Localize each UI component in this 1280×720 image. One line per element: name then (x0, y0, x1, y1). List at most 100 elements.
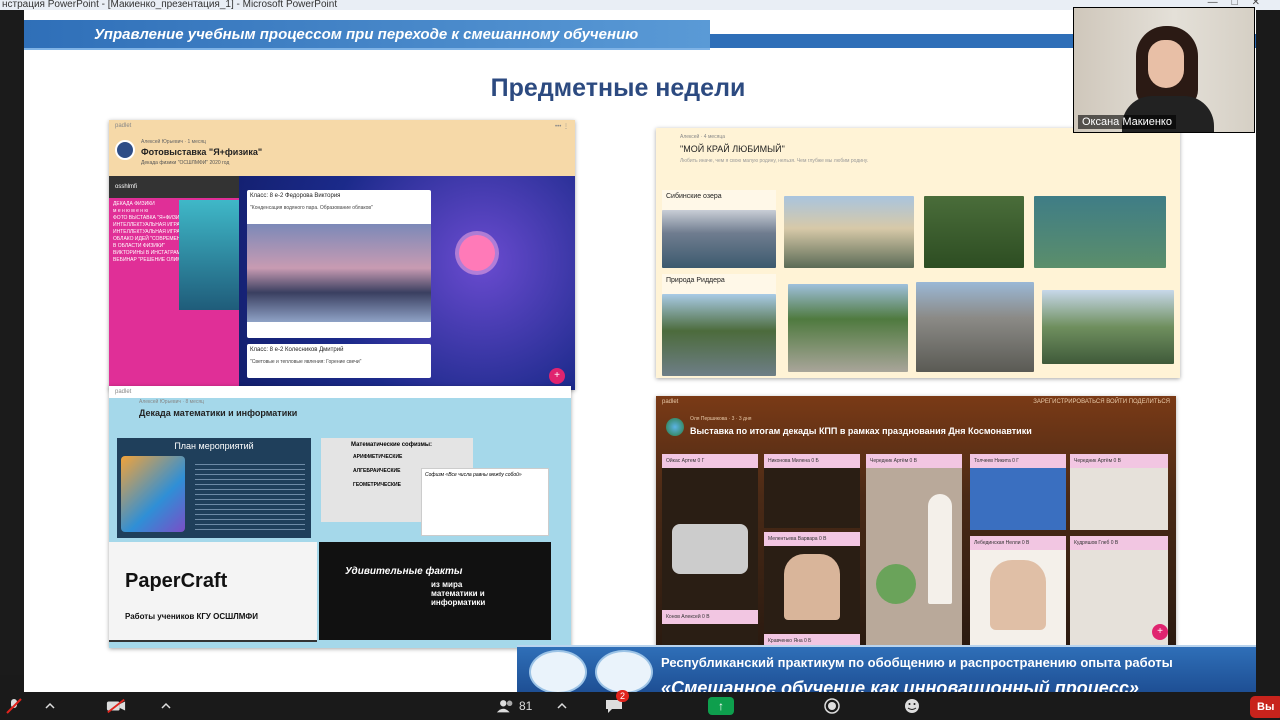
share-screen-button[interactable]: ↑ (708, 696, 734, 716)
padlet-actions[interactable]: ЗАРЕГИСТРИРОВАТЬСЯ ВОЙТИ ПОДЕЛИТЬСЯ (1033, 399, 1170, 405)
mountain-stream-photo[interactable] (788, 284, 908, 372)
physics-padlet: padlet ••• ⋮ Алексей Юрьевич · 1 месяц Ф… (109, 120, 575, 390)
slide-header-text: Управление учебным процессом при переход… (94, 26, 639, 43)
planet-model (876, 564, 916, 604)
presentation-slide: Управление учебным процессом при переход… (24, 10, 1256, 692)
chevron-up-icon (557, 702, 567, 709)
sophisms-title: Математические софизмы: (351, 442, 433, 448)
physics-card-1[interactable]: Класс: 8 е-2 Федорова Виктория "Конденса… (247, 190, 431, 338)
mute-button[interactable] (4, 696, 24, 716)
microphone-muted-icon (6, 698, 22, 714)
slide-header: Управление учебным процессом при переход… (24, 20, 710, 50)
seminar-banner: Республиканский практикум по обобщению и… (517, 645, 1256, 692)
exhibit-tile[interactable]: Чередник Артём 0 В (866, 454, 962, 648)
student-name: Кудряшов Глеб 0 В (1070, 536, 1168, 550)
card-text: "Конденсация водяного пара. Образование … (250, 205, 373, 211)
homeland-title: "МОЙ КРАЙ ЛЮБИМЫЙ" (680, 144, 785, 154)
homeland-padlet: Алексей · 4 месяца "МОЙ КРАЙ ЛЮБИМЫЙ" Лю… (656, 128, 1180, 378)
cosmo-author: Оля Першикова · 3 · 3 дня (690, 416, 752, 422)
lake-photo[interactable] (662, 210, 776, 268)
papercraft-card[interactable]: PaperCraft Работы учеников КГУ ОСШЛМФИ (109, 542, 317, 642)
camera-off-icon (106, 698, 126, 714)
chat-button[interactable]: 2 (604, 690, 630, 716)
record-button[interactable] (822, 696, 842, 716)
padlet-actions[interactable]: ••• ⋮ (555, 123, 569, 130)
water-plant-photo[interactable] (1034, 196, 1166, 268)
exhibit-tile[interactable]: Толчеев Никита 0 Г (970, 454, 1066, 530)
video-options-chevron[interactable] (156, 696, 176, 716)
student-name: Ойкас Артем 0 Г (662, 454, 758, 468)
exhibit-tile[interactable]: Чередник Артём 0 В (1070, 454, 1168, 530)
university-logo (529, 650, 587, 692)
participants-count: 81 (519, 699, 533, 713)
padlet-brand: padlet (115, 123, 132, 129)
physics-subtitle: Декада физики "ОСШЛМФИ" 2020 год (141, 160, 230, 166)
stop-video-button[interactable] (106, 696, 126, 716)
facts-video[interactable]: Удивительные факты из мира математики и … (319, 542, 551, 640)
sophism-popup[interactable]: Софизм «Все числа равны между собой» (421, 468, 549, 536)
add-post-button[interactable]: + (1152, 624, 1168, 640)
homeland-subtitle: Любить иначе, чем я свою малую родину, н… (680, 158, 869, 164)
participants-icon (496, 700, 513, 713)
math-padlet: padlet Алексей Юрьевич · 8 месяц Декада … (109, 386, 571, 648)
share-link[interactable]: ПОДЕЛИТЬСЯ (1129, 399, 1170, 405)
rocky-shore-photo[interactable] (784, 196, 914, 268)
slide-title: Предметные недели (490, 74, 746, 102)
card-text: "Световые и тепловые явления: Горение св… (250, 359, 362, 365)
papercraft-caption: Работы учеников КГУ ОСШЛМФИ (125, 612, 259, 621)
facts-subtitle: из мира математики и информатики (431, 580, 486, 607)
card-title: Класс: 8 е-2 Федорова Виктория (250, 193, 341, 199)
padlet-topbar: padlet (109, 386, 571, 398)
cosmonautics-padlet: padlet ЗАРЕГИСТРИРОВАТЬСЯ ВОЙТИ ПОДЕЛИТЬ… (656, 396, 1176, 648)
menu-photo (179, 200, 239, 310)
school-logo (595, 650, 653, 692)
add-post-button[interactable]: + (549, 368, 565, 384)
menu-user: osshlmfi (109, 176, 239, 198)
participant-video[interactable]: Оксана Макиенко (1073, 7, 1255, 133)
participant-face (1148, 40, 1184, 88)
card-title: Класс: 8 е-2 Колесников Дмитрий (250, 347, 344, 353)
child-photo (990, 560, 1046, 630)
homeland-author: Алексей · 4 месяца (680, 134, 726, 140)
exhibit-tile[interactable]: Лебединская Нелли 0 В (970, 536, 1066, 648)
student-name: Толчеев Никита 0 Г (970, 454, 1066, 468)
padlet-brand: padlet (115, 389, 132, 395)
cosmo-title: Выставка по итогам декады КПП в рамках п… (690, 426, 1032, 436)
chevron-up-icon (45, 702, 55, 709)
participants-chevron[interactable] (552, 696, 572, 716)
exhibit-tile[interactable]: Никонова Милена 0 Б (764, 454, 860, 528)
underwater-plant-photo[interactable] (924, 196, 1024, 268)
papercraft-title: PaperCraft (125, 570, 228, 592)
padlet-brand: padlet (662, 399, 679, 405)
padlet-topbar: padlet ••• ⋮ (109, 120, 575, 133)
window-title: нстрация PowerPoint - [Макиенко_презента… (2, 0, 338, 10)
sunset-photo (247, 224, 431, 322)
register-link[interactable]: ЗАРЕГИСТРИРОВАТЬСЯ (1033, 399, 1104, 405)
participants-button[interactable]: 81 (496, 696, 532, 716)
reactions-button[interactable] (902, 696, 922, 716)
facts-title: Удивительные факты (345, 566, 463, 577)
student-name: Лебединская Нелли 0 В (970, 536, 1066, 550)
login-link[interactable]: ВОЙТИ (1106, 399, 1127, 405)
forest-river-photo[interactable] (662, 294, 776, 376)
exhibit-tile[interactable]: Ойкас Артем 0 Г (662, 454, 758, 614)
exhibit-tile[interactable]: Мелентьева Варвара 0 В (764, 532, 860, 632)
earth-icon (666, 418, 684, 436)
smiley-icon (905, 699, 919, 713)
student-name: Конов Алексей 0 В (662, 610, 758, 624)
plan-text (195, 460, 305, 530)
mountain-valley-photo[interactable] (1042, 290, 1174, 364)
popup-title: Софизм «Все числа равны между собой» (425, 472, 522, 478)
banner-line-1: Республиканский практикум по обобщению и… (661, 655, 1173, 670)
chat-badge: 2 (616, 690, 630, 702)
student-name: Мелентьева Варвара 0 В (764, 532, 860, 546)
end-meeting-button[interactable]: Вы (1250, 696, 1280, 718)
photo-label: Природа Риддера (662, 274, 776, 294)
photo-label: Сибинские озера (662, 190, 776, 210)
physics-card-2[interactable]: Класс: 8 е-2 Колесников Дмитрий "Световы… (247, 344, 431, 378)
physics-logo (115, 140, 135, 160)
rocket-model (928, 494, 952, 604)
rock-formation-photo[interactable] (916, 282, 1034, 372)
exhibit-tile[interactable]: Конов Алексей 0 В (662, 610, 758, 648)
audio-options-chevron[interactable] (40, 696, 60, 716)
